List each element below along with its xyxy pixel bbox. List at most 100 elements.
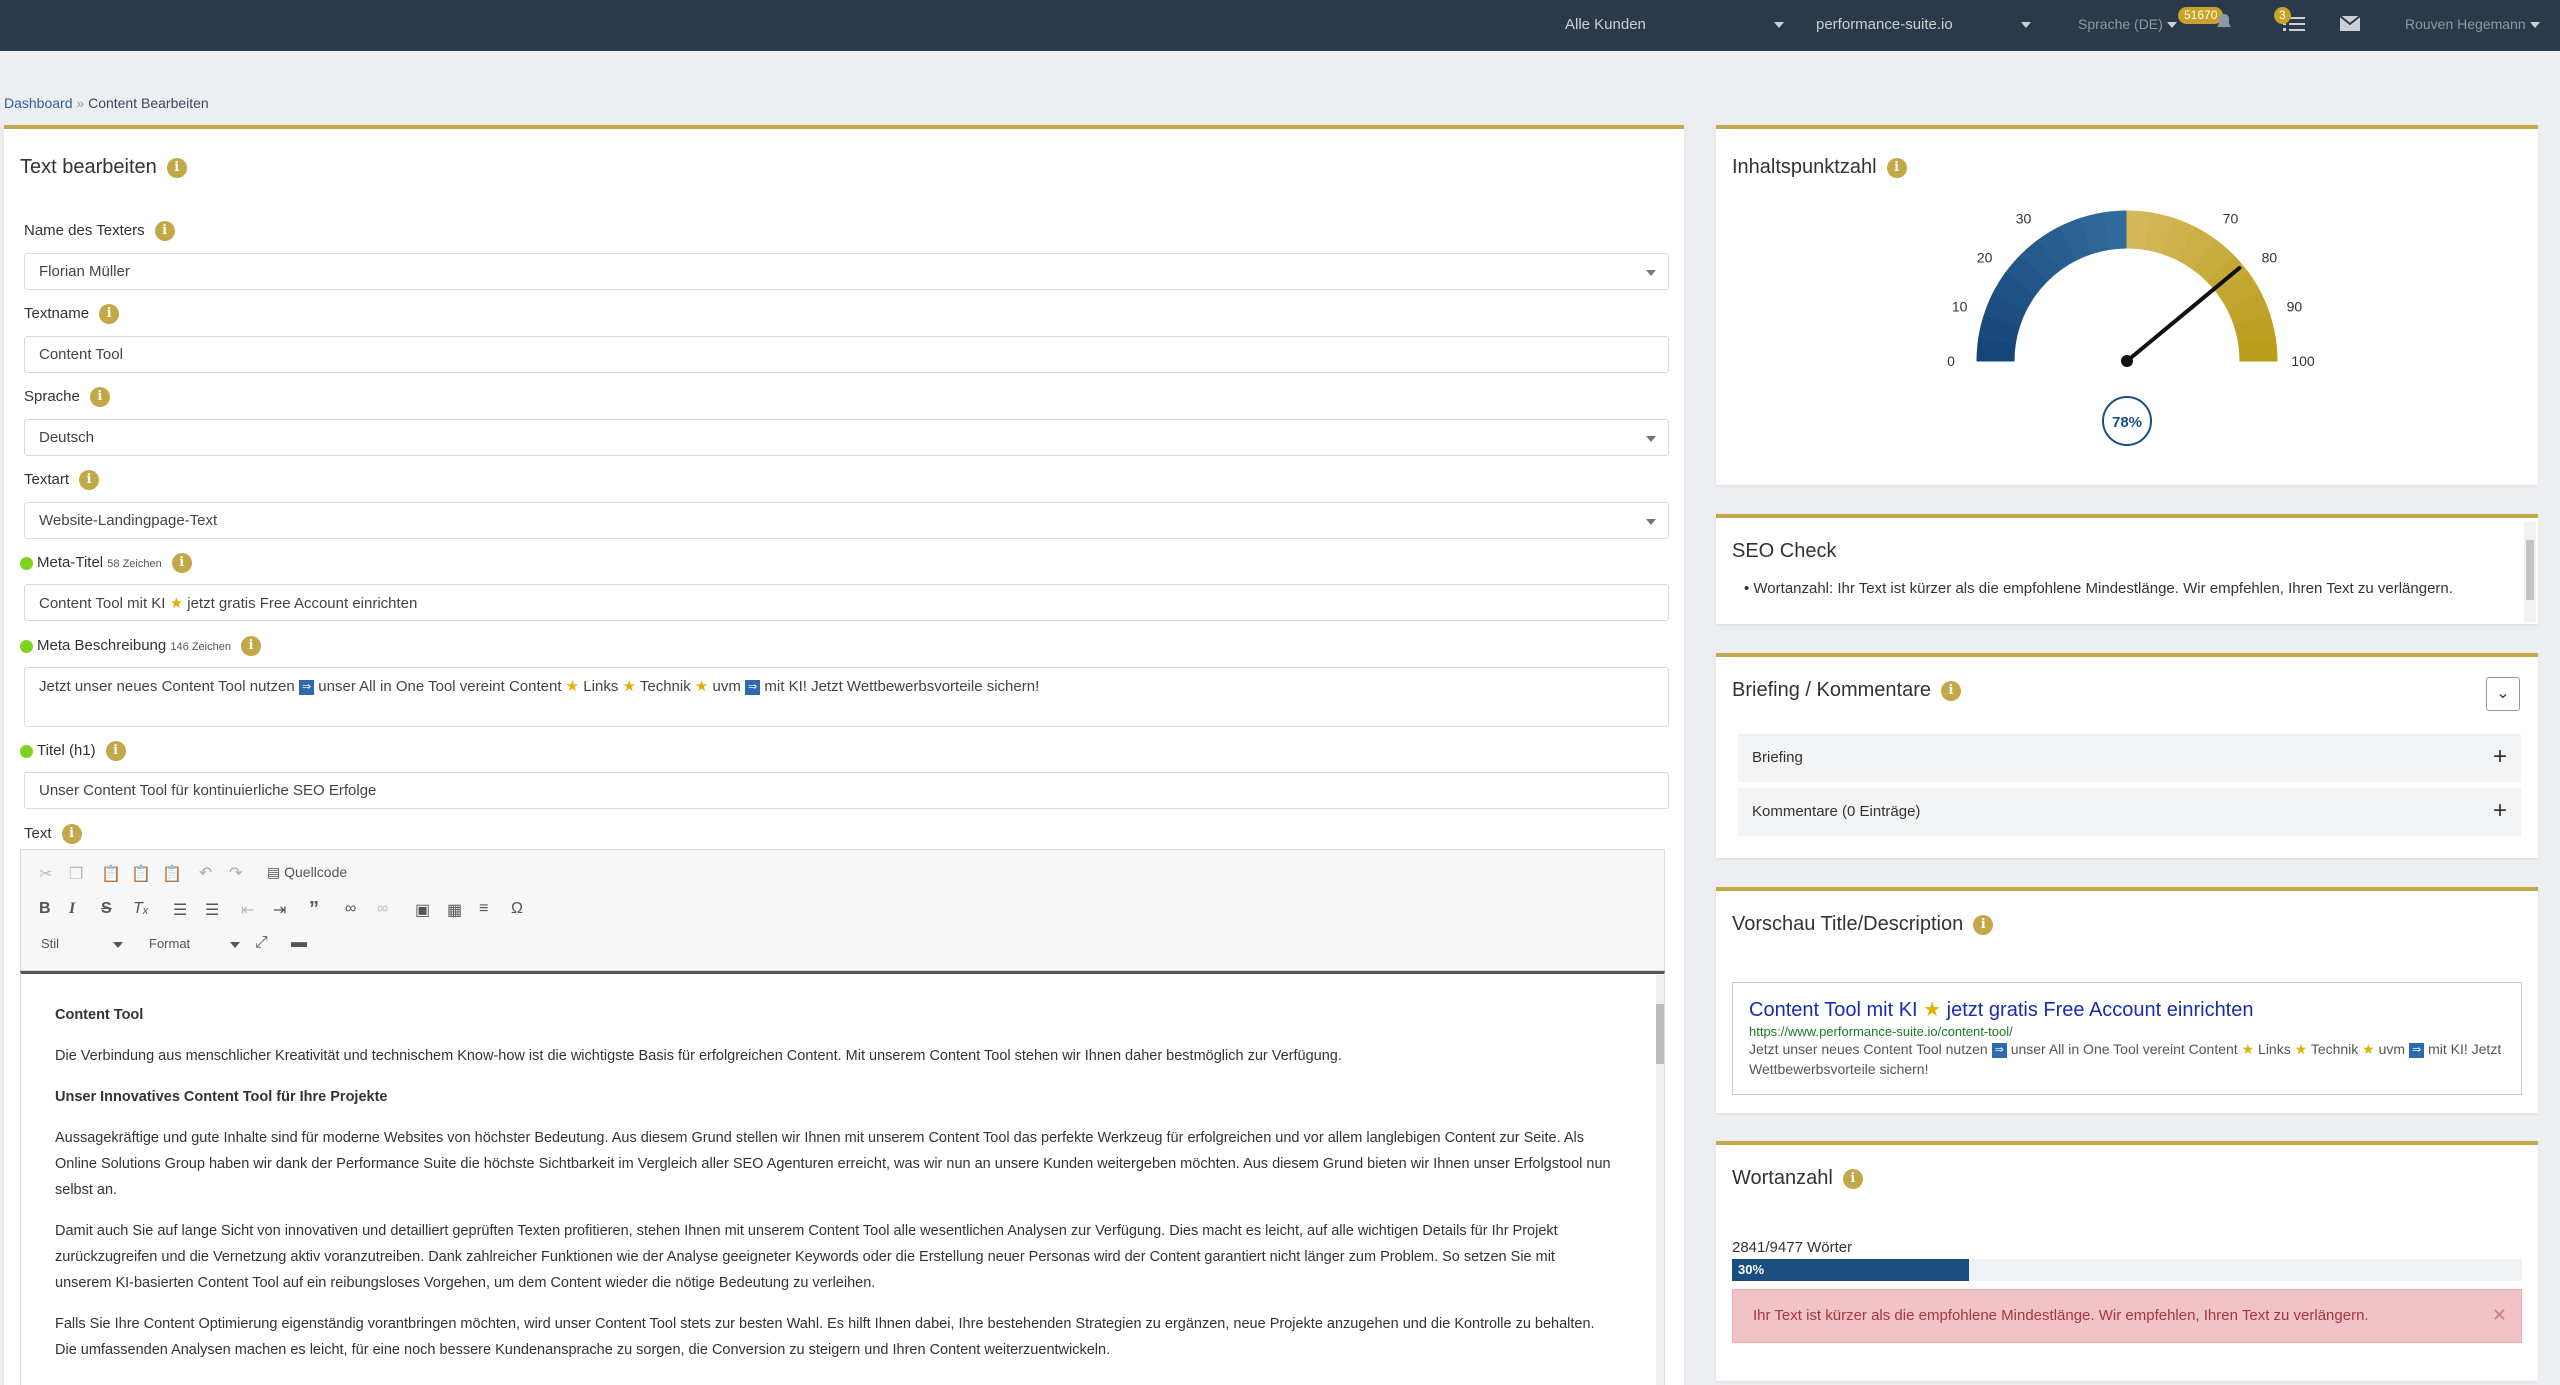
paste-text-icon[interactable]: 📋 xyxy=(131,864,151,884)
chevron-down-icon xyxy=(2166,22,2177,29)
arrow-right-icon: ⇒ xyxy=(1991,1042,2007,1058)
seo-scrollbar-thumb[interactable] xyxy=(2526,540,2534,600)
info-icon[interactable]: i xyxy=(105,741,126,761)
meta-title-count: 58 Zeichen xyxy=(107,557,162,570)
style-select[interactable]: Stil xyxy=(41,936,124,951)
star-icon: ★ xyxy=(565,678,580,695)
editor-content: Content Tool Die Verbindung aus menschli… xyxy=(55,1002,1615,1378)
h1-label-text: Titel (h1) xyxy=(37,741,96,759)
h1-input[interactable]: Unser Content Tool für kontinuierliche S… xyxy=(24,772,1669,809)
indent-icon[interactable]: ⇥ xyxy=(273,900,286,920)
textname-input-value: Content Tool xyxy=(39,346,123,363)
link-icon[interactable]: ∞ xyxy=(345,900,356,918)
chevron-down-icon xyxy=(2020,22,2031,29)
format-select-label: Format xyxy=(149,936,191,951)
image-icon[interactable]: ▣ xyxy=(415,900,430,920)
writer-label: Name des Texters i xyxy=(24,221,175,241)
comments-accordion[interactable]: Kommentare (0 Einträge) + xyxy=(1738,788,2521,836)
texttype-select[interactable]: Website-Landingpage-Text xyxy=(24,502,1669,539)
copy-icon[interactable]: ❐ xyxy=(69,864,83,884)
paste-word-icon[interactable]: 📋 xyxy=(162,864,182,884)
language-select-label: Sprache (DE) xyxy=(2078,16,2163,32)
italic-button[interactable]: I xyxy=(69,900,75,918)
writer-select-value: Florian Müller xyxy=(39,263,130,280)
briefing-accordion[interactable]: Briefing + xyxy=(1738,734,2521,782)
texttype-label: Textart i xyxy=(24,470,100,490)
panel-title-text: Vorschau Title/Description xyxy=(1732,913,1964,935)
language-select[interactable]: Deutsch xyxy=(24,419,1669,456)
bullet-list-icon[interactable]: ☰ xyxy=(205,900,219,920)
table-icon[interactable]: ▦ xyxy=(447,900,462,920)
breadcrumb: Dashboard » Content Bearbeiten xyxy=(4,95,209,111)
gauge-needle-pivot xyxy=(2121,355,2133,367)
panel-title-text: Wortanzahl xyxy=(1732,1167,1833,1189)
chevron-down-icon xyxy=(230,941,241,948)
bell-icon[interactable] xyxy=(2217,13,2231,31)
unlink-icon[interactable]: ∞ xyxy=(377,900,388,918)
chevron-down-icon: ⌄ xyxy=(2496,685,2510,702)
panel-title: Wortanzahl i xyxy=(1732,1167,1863,1190)
special-char-icon[interactable]: Ω xyxy=(511,900,523,918)
collapse-button[interactable]: ⌄ xyxy=(2486,677,2520,711)
horizontal-line-icon[interactable]: ≡ xyxy=(479,900,488,918)
info-icon[interactable]: i xyxy=(1842,1168,1863,1189)
info-icon[interactable]: i xyxy=(166,157,187,178)
cut-icon[interactable]: ✂ xyxy=(39,864,52,884)
quote-icon[interactable]: ” xyxy=(309,898,319,921)
gauge-value-label: 78% xyxy=(2112,414,2142,431)
meta-title-part: jetzt gratis Free Account einrichten xyxy=(187,595,418,612)
maximize-icon[interactable]: ⤢ xyxy=(255,934,268,952)
writer-select[interactable]: Florian Müller xyxy=(24,253,1669,290)
word-count-progress: 30% xyxy=(1732,1259,2522,1281)
chevron-down-icon xyxy=(1646,436,1656,442)
info-icon[interactable]: i xyxy=(1886,157,1907,178)
info-icon[interactable]: i xyxy=(240,636,261,656)
language-select[interactable]: Sprache (DE) xyxy=(2078,16,2177,32)
serp-preview: Content Tool mit KI ★ jetzt gratis Free … xyxy=(1732,982,2522,1095)
close-icon[interactable]: ✕ xyxy=(2492,1305,2507,1326)
editor-scrollbar[interactable] xyxy=(1656,974,1664,1385)
source-button[interactable]: ▤ Quellcode xyxy=(267,864,347,881)
textname-input[interactable]: Content Tool xyxy=(24,336,1669,373)
text-label-text: Text xyxy=(24,824,52,842)
undo-icon[interactable]: ↶ xyxy=(199,863,212,883)
paste-icon[interactable]: 📋 xyxy=(101,864,121,884)
score-gauge: 010203040506070809010078% xyxy=(1947,199,2315,446)
seo-check-item: • Wortanzahl: Ihr Text ist kürzer als di… xyxy=(1744,580,2453,597)
info-icon[interactable]: i xyxy=(171,553,192,573)
meta-desc-textarea[interactable]: Jetzt unser neues Content Tool nutzen ⇒ … xyxy=(24,667,1669,727)
panel-title: SEO Check xyxy=(1732,540,1837,562)
rich-text-editor[interactable]: Content Tool Die Verbindung aus menschli… xyxy=(20,971,1665,1385)
editor-scrollbar-thumb[interactable] xyxy=(1656,1004,1664,1064)
site-select[interactable]: performance-suite.io xyxy=(1816,16,2031,33)
seo-scrollbar[interactable] xyxy=(2524,522,2536,622)
serp-description: Jetzt unser neues Content Tool nutzen ⇒ … xyxy=(1749,1039,2505,1079)
serp-url: https://www.performance-suite.io/content… xyxy=(1749,1024,2013,1039)
info-icon[interactable]: i xyxy=(79,470,100,490)
info-icon[interactable]: i xyxy=(1940,680,1961,701)
briefing-accordion-label: Briefing xyxy=(1752,749,1803,766)
outdent-icon[interactable]: ⇤ xyxy=(241,900,254,920)
format-select[interactable]: Format xyxy=(149,936,241,951)
site-select-label: performance-suite.io xyxy=(1816,16,1953,33)
strike-button[interactable]: S xyxy=(101,900,112,918)
info-icon[interactable]: i xyxy=(154,221,175,241)
customer-select[interactable]: Alle Kunden xyxy=(1565,16,1784,33)
mail-icon[interactable] xyxy=(2340,16,2360,31)
notification-badge: 3 xyxy=(2274,7,2291,24)
info-icon[interactable]: i xyxy=(89,387,110,407)
breadcrumb-home-link[interactable]: Dashboard xyxy=(4,95,73,111)
redo-icon[interactable]: ↷ xyxy=(229,863,242,883)
info-icon[interactable]: i xyxy=(99,304,120,324)
word-count-text: 2841/9477 Wörter xyxy=(1732,1239,1853,1256)
remove-format-icon[interactable]: Tₓ xyxy=(133,900,149,918)
numbered-list-icon[interactable]: ☰ xyxy=(173,900,187,920)
info-icon[interactable]: i xyxy=(1973,914,1994,935)
bold-button[interactable]: B xyxy=(39,900,51,918)
textname-label-text: Textname xyxy=(24,304,90,322)
serp-title-part: Content Tool mit KI xyxy=(1749,999,1918,1021)
info-icon[interactable]: i xyxy=(61,824,82,844)
show-blocks-icon[interactable]: ▬ xyxy=(291,934,307,952)
meta-title-input[interactable]: Content Tool mit KI ★ jetzt gratis Free … xyxy=(24,584,1669,621)
user-menu[interactable]: Rouven Hegemann xyxy=(2405,16,2540,32)
